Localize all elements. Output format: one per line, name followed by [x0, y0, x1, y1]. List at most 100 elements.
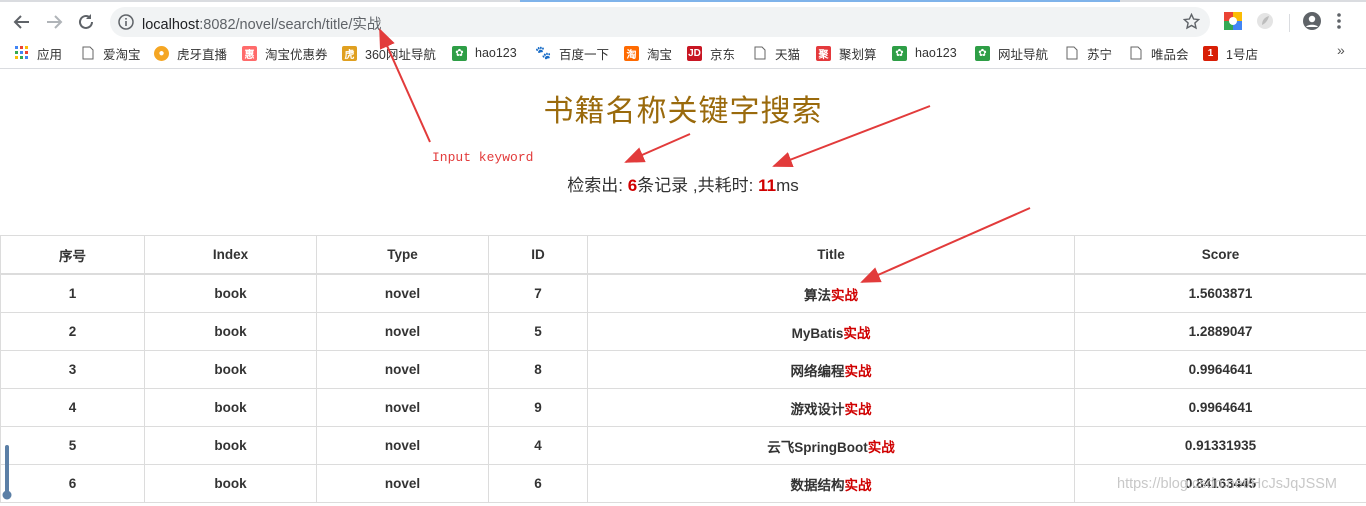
summary-middle: 条记录 ,共耗时:	[637, 176, 758, 195]
back-button[interactable]	[8, 8, 36, 36]
bookmark-yhd[interactable]: 11号店	[1203, 43, 1258, 63]
cell-no: 5	[1, 427, 145, 465]
address-bar[interactable]: localhost:8082/novel/search/title/实战	[110, 7, 1210, 37]
col-header-index: Index	[145, 236, 317, 275]
juhuasuan-icon: 聚	[816, 46, 831, 61]
browser-toolbar: localhost:8082/novel/search/title/实战	[0, 2, 1366, 38]
cell-no: 1	[1, 274, 145, 313]
apps-grid-icon	[14, 46, 29, 61]
title-text: 云飞SpringBoot	[767, 440, 868, 455]
bookmarks-overflow-chevron-icon[interactable]: »	[1337, 42, 1345, 58]
bookmark-hao123[interactable]: ✿ hao123	[452, 43, 517, 63]
baidu-paw-icon: 🐾	[536, 46, 551, 61]
annotation-label: Input keyword	[432, 150, 533, 165]
col-header-id: ID	[489, 236, 588, 275]
col-header-no: 序号	[1, 236, 145, 275]
col-header-type: Type	[317, 236, 489, 275]
bookmark-wangzhi[interactable]: ✿网址导航	[975, 43, 1048, 63]
cell-index: book	[145, 313, 317, 351]
bookmark-apps[interactable]: 应用	[14, 43, 62, 63]
hao123-icon: ✿	[892, 46, 907, 61]
hao123-icon: ✿	[452, 46, 467, 61]
table-row: 2 book novel 5 MyBatis实战 1.2889047	[1, 313, 1366, 351]
cell-index: book	[145, 351, 317, 389]
title-keyword-highlight: 实战	[831, 288, 858, 303]
bookmark-huya[interactable]: ● 虎牙直播	[154, 43, 227, 63]
url-host: localhost	[142, 17, 199, 33]
bookmark-aitaobao[interactable]: 爱淘宝	[80, 43, 141, 63]
page-icon	[752, 46, 767, 61]
col-header-title: Title	[588, 236, 1075, 275]
bookmark-jd[interactable]: JD 京东	[687, 43, 735, 63]
cell-score: 0.91331935	[1075, 427, 1366, 465]
tiger-icon: 虎	[342, 46, 357, 61]
cell-type: novel	[317, 274, 489, 313]
table-row: 3 book novel 8 网络编程实战 0.9964641	[1, 351, 1366, 389]
bookmark-taobao-coupon[interactable]: 惠淘宝优惠券	[242, 43, 328, 63]
cell-title: 游戏设计实战	[588, 389, 1075, 427]
page-title: 书籍名称关键字搜索	[0, 86, 1366, 130]
results-table: 序号 Index Type ID Title Score 1 book nove…	[0, 235, 1366, 503]
extension-leaf-icon[interactable]	[1256, 12, 1274, 35]
extension-colorful-icon[interactable]	[1224, 12, 1242, 35]
cell-score: 1.5603871	[1075, 274, 1366, 313]
bookmark-suning[interactable]: 苏宁	[1064, 43, 1112, 63]
cell-id: 8	[489, 351, 588, 389]
reload-button[interactable]	[72, 8, 100, 36]
table-header-row: 序号 Index Type ID Title Score	[1, 236, 1366, 275]
cell-type: novel	[317, 313, 489, 351]
bookmark-label: 聚划算	[839, 44, 877, 63]
bookmark-star-icon[interactable]	[1183, 13, 1200, 35]
cell-score: 1.2889047	[1075, 313, 1366, 351]
bookmark-juhuasuan[interactable]: 聚聚划算	[816, 43, 877, 63]
cell-id: 7	[489, 274, 588, 313]
url-text[interactable]: localhost:8082/novel/search/title/实战	[142, 13, 381, 34]
hao123-icon: ✿	[975, 46, 990, 61]
page-icon	[1128, 46, 1143, 61]
bookmark-360[interactable]: 虎360网址导航	[342, 43, 436, 63]
arrow-left-icon	[13, 13, 31, 31]
jd-icon: JD	[687, 46, 702, 61]
title-text: 网络编程	[791, 364, 845, 379]
summary-prefix: 检索出:	[567, 176, 627, 195]
bookmark-label: 淘宝	[647, 44, 672, 63]
cell-score: 0.9964641	[1075, 351, 1366, 389]
reload-icon	[77, 13, 95, 31]
bookmark-label: 百度一下	[559, 44, 609, 63]
bookmark-vip[interactable]: 唯品会	[1128, 43, 1189, 63]
info-icon[interactable]	[118, 14, 134, 35]
table-row: 1 book novel 7 算法实战 1.5603871	[1, 274, 1366, 313]
huya-icon: ●	[154, 46, 169, 61]
title-text: 算法	[804, 288, 831, 303]
bookmark-hao123-2[interactable]: ✿hao123	[892, 43, 957, 63]
cell-title: MyBatis实战	[588, 313, 1075, 351]
bookmark-tmall[interactable]: 天猫	[752, 43, 800, 63]
bookmark-taobao[interactable]: 淘淘宝	[624, 43, 672, 63]
kebab-menu-icon[interactable]	[1336, 12, 1342, 35]
title-keyword-highlight: 实战	[845, 402, 872, 417]
table-row: 4 book novel 9 游戏设计实战 0.9964641	[1, 389, 1366, 427]
bookmark-label: 爱淘宝	[103, 44, 141, 63]
bookmark-label: 京东	[710, 44, 735, 63]
bookmark-label: 虎牙直播	[177, 44, 227, 63]
bookmark-label: 天猫	[775, 44, 800, 63]
bookmark-label: hao123	[475, 46, 517, 60]
title-text: 游戏设计	[791, 402, 845, 417]
title-text: MyBatis	[792, 326, 844, 341]
bookmark-label: 唯品会	[1151, 44, 1189, 63]
cell-no: 4	[1, 389, 145, 427]
profile-avatar-icon[interactable]	[1302, 11, 1322, 36]
taobao-icon: 淘	[624, 46, 639, 61]
arrow-right-icon	[45, 13, 63, 31]
cell-title: 算法实战	[588, 274, 1075, 313]
cell-id: 6	[489, 465, 588, 503]
cell-index: book	[145, 465, 317, 503]
forward-button[interactable]	[40, 8, 68, 36]
title-keyword-highlight: 实战	[845, 478, 872, 493]
bookmark-label: 1号店	[1226, 44, 1258, 63]
cell-no: 2	[1, 313, 145, 351]
cell-no: 6	[1, 465, 145, 503]
bookmark-baidu[interactable]: 🐾 百度一下	[536, 43, 609, 63]
cell-score: 0.9964641	[1075, 389, 1366, 427]
cell-index: book	[145, 389, 317, 427]
